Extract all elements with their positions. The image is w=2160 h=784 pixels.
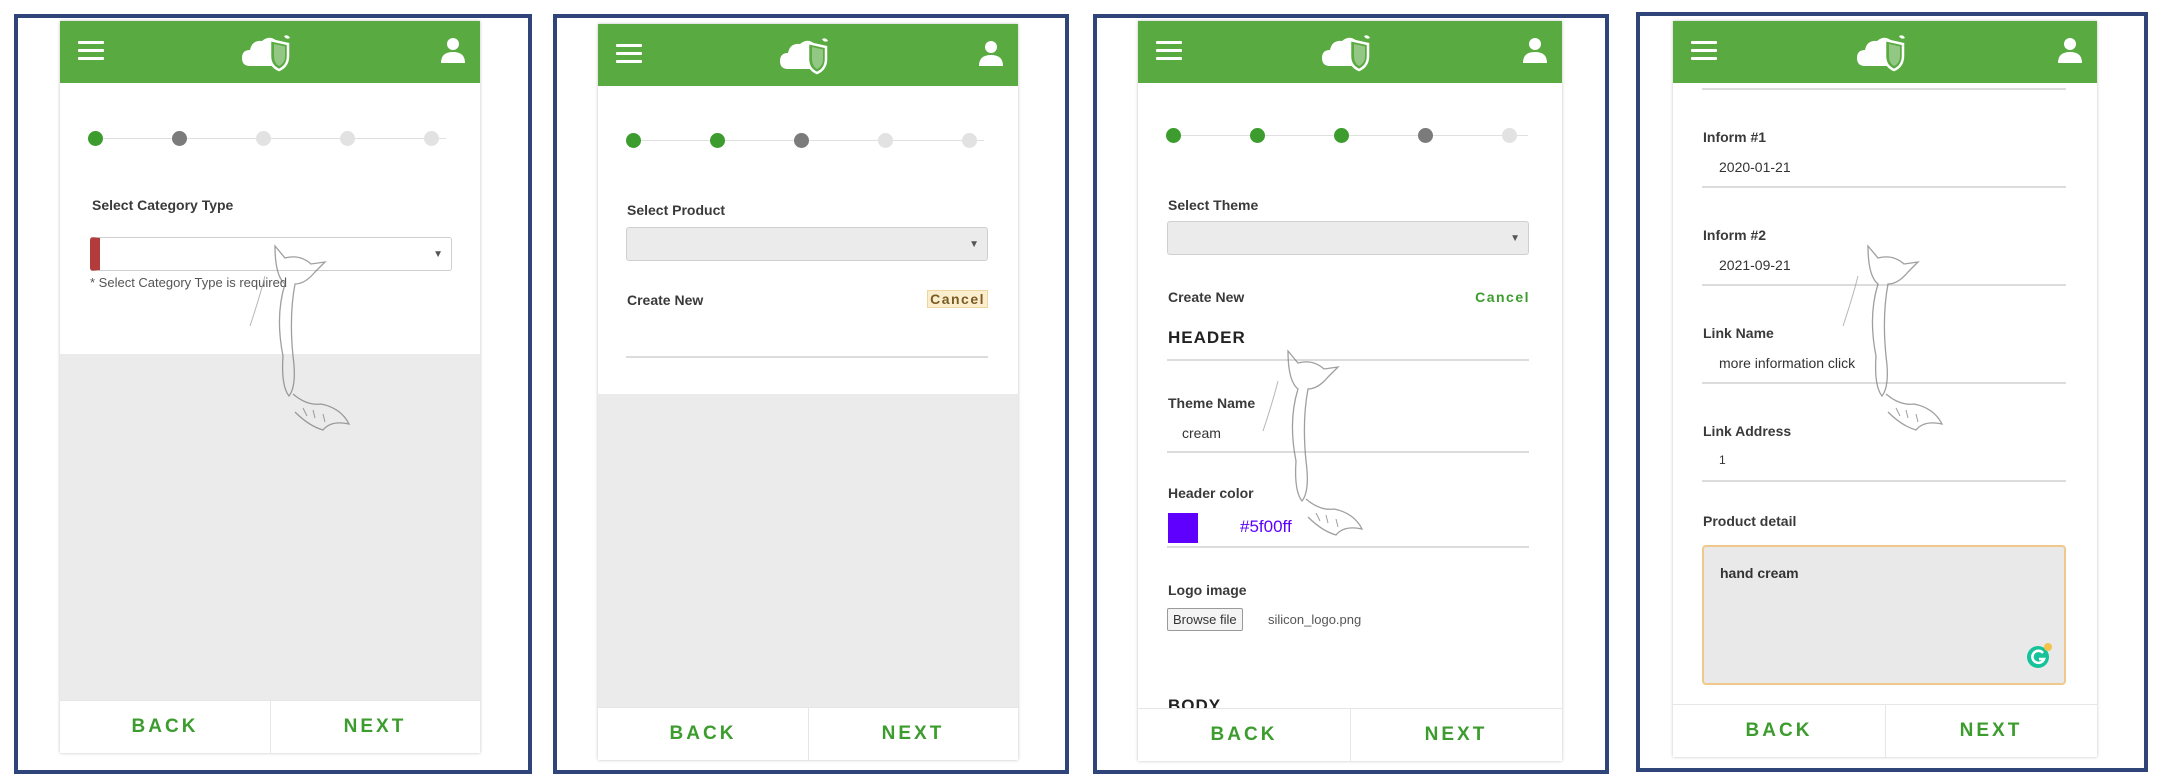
screen-3-phone: Select Theme ▼ Create New Cancel HEADER … (1138, 21, 1562, 761)
cancel-link[interactable]: Cancel (1475, 289, 1530, 305)
create-new-label: Create New (627, 292, 704, 308)
link-address-value[interactable]: 1 (1719, 453, 1726, 467)
step-dot-3 (256, 131, 271, 146)
hamburger-menu-icon[interactable] (78, 41, 104, 61)
step-dot-1 (1166, 128, 1181, 143)
step-dot-2 (1250, 128, 1265, 143)
user-account-icon[interactable] (2057, 36, 2083, 64)
step-dot-3 (1334, 128, 1349, 143)
step-dot-4 (1418, 128, 1433, 143)
previous-field-underline-left (1702, 88, 1907, 90)
browse-file-button[interactable]: Browse file (1167, 608, 1243, 631)
inform2-value[interactable]: 2021-09-21 (1719, 257, 1791, 273)
logo-file-name: silicon_logo.png (1268, 612, 1362, 627)
header-section-title: HEADER (1168, 328, 1246, 347)
top-bar (1138, 21, 1562, 83)
select-product-label: Select Product (627, 202, 726, 218)
back-button[interactable]: BACK (1673, 705, 1886, 757)
footer-nav: BACK NEXT (598, 707, 1018, 760)
hamburger-menu-icon[interactable] (1156, 41, 1182, 61)
user-account-icon[interactable] (1522, 36, 1548, 64)
link-address-label: Link Address (1703, 423, 1792, 439)
footer-nav: BACK NEXT (60, 700, 480, 753)
product-detail-textarea[interactable]: hand cream (1702, 545, 2066, 685)
cloud-shield-logo-icon (1857, 35, 1905, 72)
next-button[interactable]: NEXT (1350, 709, 1562, 761)
select-theme-dropdown[interactable]: ▼ (1167, 221, 1529, 255)
inform1-underline (1702, 186, 2066, 188)
step-dot-2 (172, 131, 187, 146)
screen-4-phone: Inform #1 2020-01-21 Inform #2 2021-09-2… (1673, 21, 2097, 757)
theme-name-label: Theme Name (1168, 395, 1256, 411)
hamburger-menu-icon[interactable] (1691, 41, 1717, 61)
new-product-input-underline[interactable] (626, 356, 988, 358)
next-button[interactable]: NEXT (808, 708, 1018, 760)
screen-2-phone: Select Product ▼ Create New Cancel BACK … (598, 24, 1018, 760)
link-name-value[interactable]: more information click (1719, 355, 1855, 371)
previous-field-underline-right (1886, 88, 2066, 90)
product-detail-value: hand cream (1720, 565, 1799, 581)
inform2-label: Inform #2 (1703, 227, 1767, 243)
user-account-icon[interactable] (978, 39, 1004, 67)
top-bar (598, 24, 1018, 86)
back-button[interactable]: BACK (60, 701, 271, 753)
chevron-down-icon: ▼ (969, 239, 979, 250)
cloud-shield-logo-icon (780, 38, 828, 75)
step-dot-2 (710, 133, 725, 148)
chevron-down-icon: ▼ (433, 249, 443, 260)
select-theme-label: Select Theme (1168, 197, 1259, 213)
step-dot-5 (962, 133, 977, 148)
chevron-down-icon: ▼ (1510, 233, 1520, 244)
link-name-label: Link Name (1703, 325, 1774, 341)
cloud-shield-logo-icon (242, 35, 290, 72)
footer-nav: BACK NEXT (1138, 708, 1562, 761)
step-dot-1 (626, 133, 641, 148)
top-bar (1673, 21, 2097, 83)
progress-stepper (1166, 128, 1534, 144)
select-product-dropdown[interactable]: ▼ (626, 227, 988, 261)
step-dot-1 (88, 131, 103, 146)
hamburger-menu-icon[interactable] (616, 44, 642, 64)
logo-image-label: Logo image (1168, 582, 1247, 598)
back-button[interactable]: BACK (598, 708, 809, 760)
header-color-label: Header color (1168, 485, 1254, 501)
create-new-label: Create New (1168, 289, 1245, 305)
fox-sketch-icon (249, 244, 351, 431)
top-bar (60, 21, 480, 83)
progress-stepper (626, 133, 990, 149)
grammar-assistant-icon[interactable] (2024, 641, 2054, 671)
fox-sketch-icon (1842, 244, 1944, 431)
header-color-underline (1167, 546, 1529, 548)
category-type-label: Select Category Type (92, 197, 234, 213)
footer-nav: BACK NEXT (1673, 704, 2097, 757)
back-button[interactable]: BACK (1138, 709, 1351, 761)
fox-sketch-icon (1262, 349, 1364, 536)
empty-content-area (598, 394, 1018, 708)
inform1-value[interactable]: 2020-01-21 (1719, 159, 1791, 175)
step-dot-3 (794, 133, 809, 148)
step-dot-4 (878, 133, 893, 148)
progress-stepper (88, 131, 452, 147)
next-button[interactable]: NEXT (270, 701, 480, 753)
step-dot-4 (340, 131, 355, 146)
inform1-label: Inform #1 (1703, 129, 1767, 145)
header-color-swatch[interactable] (1168, 513, 1198, 543)
theme-name-value[interactable]: cream (1182, 425, 1221, 441)
step-dot-5 (424, 131, 439, 146)
product-detail-label: Product detail (1703, 513, 1797, 529)
user-account-icon[interactable] (440, 36, 466, 64)
step-dot-5 (1502, 128, 1517, 143)
cloud-shield-logo-icon (1322, 35, 1370, 72)
link-address-underline (1702, 480, 2066, 482)
screen-1-phone: Select Category Type ▼ * Select Category… (60, 21, 480, 753)
next-button[interactable]: NEXT (1885, 705, 2097, 757)
cancel-link[interactable]: Cancel (927, 290, 988, 308)
